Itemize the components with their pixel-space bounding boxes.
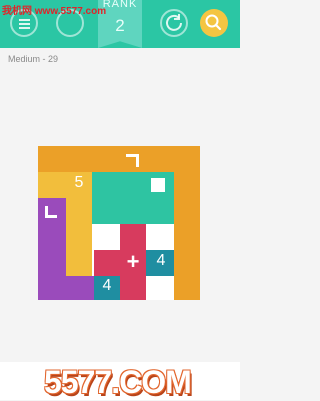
puzzle-board: 5 + 4 4	[38, 146, 200, 300]
orange-block-top[interactable]	[38, 146, 200, 172]
level-label: Medium - 29	[8, 54, 59, 64]
watermark-text: 我机网 www.5577.com	[2, 6, 107, 17]
orange-block-right[interactable]	[174, 172, 200, 300]
orange-corner-marker	[126, 154, 139, 167]
rank-number: 2	[115, 16, 125, 35]
crimson-plus-marker: +	[126, 249, 140, 274]
blue-right-count: 4	[156, 252, 166, 269]
search-icon	[205, 14, 222, 31]
restart-button[interactable]	[160, 9, 188, 37]
purple-corner-marker	[45, 206, 57, 218]
purple-block-foot[interactable]	[66, 276, 94, 300]
search-button[interactable]	[200, 9, 228, 37]
teal-square-marker	[151, 178, 165, 192]
restart-icon	[166, 14, 182, 31]
blue-bottom-count: 4	[102, 277, 112, 294]
top-bar: RANK 2 我机网 www.5577.com	[0, 0, 240, 48]
footer-brand: 5577.COM	[44, 364, 192, 400]
yellow-count: 5	[74, 174, 84, 191]
yellow-block-stem[interactable]	[66, 224, 92, 276]
